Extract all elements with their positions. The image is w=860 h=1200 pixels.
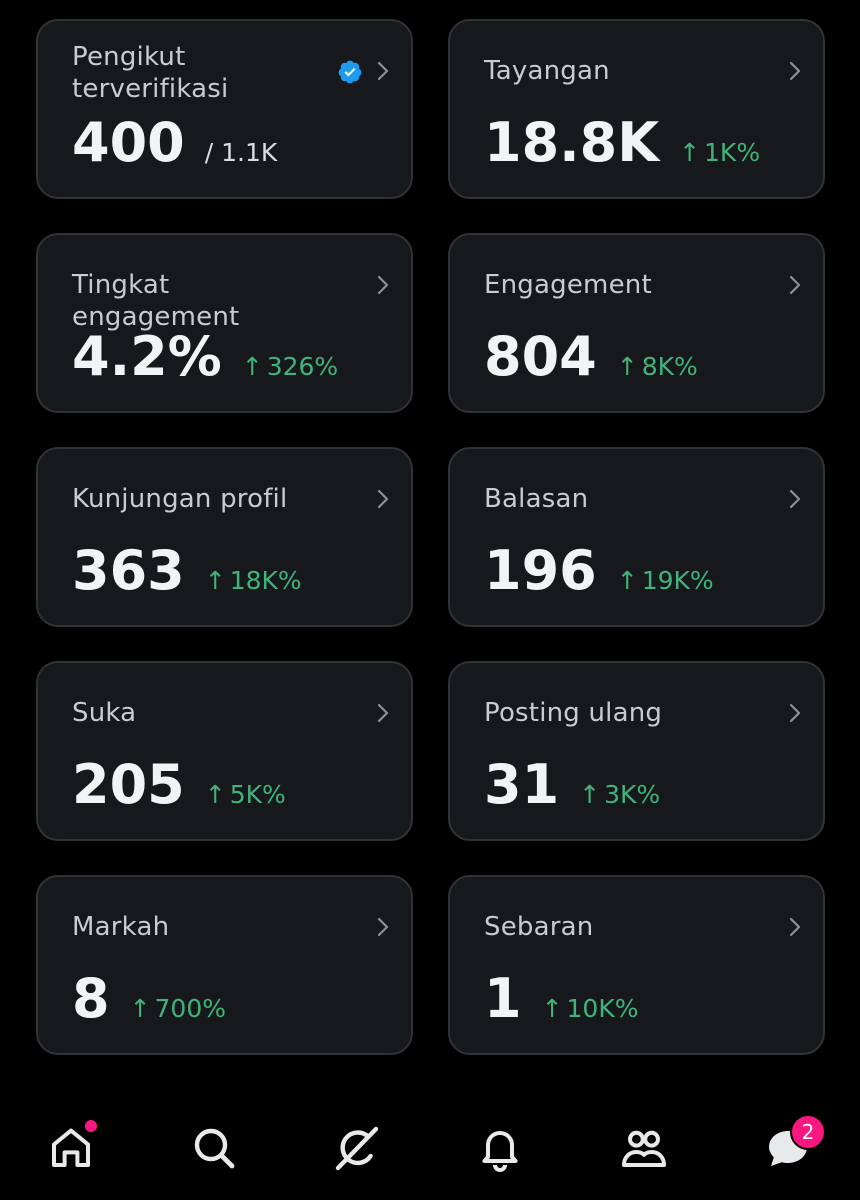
chevron-right-icon [377,61,389,81]
card-impressions[interactable]: Tayangan 18.8K ↑ 1K% [448,19,825,199]
chevron-right-icon [789,489,801,509]
card-title: Markah [72,912,170,942]
metric-value: 1 [484,967,522,1030]
metric-value: 363 [72,539,185,602]
arrow-up-icon: ↑ [241,352,263,381]
change-value: 700% [154,994,227,1023]
card-profile-visits[interactable]: Kunjungan profil 363 ↑ 18K% [36,447,413,627]
chevron-right-icon [789,917,801,937]
chevron-right-icon [789,61,801,81]
grok-icon [335,1126,379,1171]
arrow-up-icon: ↑ [579,780,601,809]
metric-value: 8 [72,967,110,1030]
metric-value: 804 [484,325,597,388]
card-title: Engagement [484,270,652,300]
nav-home[interactable] [43,1120,99,1176]
change-value: 1K% [704,138,761,167]
value-row: 1 ↑ 10K% [484,969,639,1029]
chevron-right-icon [789,703,801,723]
arrow-up-icon: ↑ [616,352,638,381]
card-title: Tingkat engagement [72,270,240,332]
card-title: Sebaran [484,912,594,942]
card-title: Suka [72,698,137,728]
metric-change: ↑ 5K% [205,780,286,809]
card-reposts[interactable]: Posting ulang 31 ↑ 3K% [448,661,825,841]
metric-value: 31 [484,753,560,816]
change-value: 19K% [641,566,714,595]
search-icon [194,1128,235,1169]
nav-search[interactable] [186,1120,242,1176]
change-value: 3K% [604,780,661,809]
value-row: 804 ↑ 8K% [484,327,698,387]
card-verified-followers[interactable]: Pengikut terverifikasi 400 / 1.1K [36,19,413,199]
card-title: Kunjungan profil [72,484,288,514]
card-title: Pengikut terverifikasi [72,42,229,104]
metric-change: ↑ 8K% [617,352,698,381]
arrow-up-icon: ↑ [616,566,638,595]
arrow-up-icon: ↑ [541,994,563,1023]
arrow-up-icon: ↑ [679,138,701,167]
arrow-up-icon: ↑ [204,566,226,595]
value-row: 31 ↑ 3K% [484,755,660,815]
value-row: 4.2% ↑ 326% [72,327,338,387]
value-row: 18.8K ↑ 1K% [484,113,760,173]
communities-icon [622,1130,666,1167]
chevron-right-icon [377,703,389,723]
value-row: 363 ↑ 18K% [72,541,302,601]
metric-value: 4.2% [72,325,222,388]
notification-dot [85,1120,97,1132]
change-value: 8K% [641,352,698,381]
message-count-badge: 2 [790,1114,826,1150]
arrow-up-icon: ↑ [129,994,151,1023]
change-value: 326% [266,352,339,381]
metric-change: ↑ 700% [130,994,226,1023]
change-value: 18K% [229,566,302,595]
change-value: 5K% [229,780,286,809]
chevron-right-icon [377,917,389,937]
chevron-right-icon [377,489,389,509]
arrow-up-icon: ↑ [204,780,226,809]
card-engagement[interactable]: Engagement 804 ↑ 8K% [448,233,825,413]
card-title: Tayangan [484,56,610,86]
chevron-right-icon [789,275,801,295]
metric-change: ↑ 326% [242,352,338,381]
value-row: 205 ↑ 5K% [72,755,286,815]
metric-change: ↑ 1K% [679,138,760,167]
card-likes[interactable]: Suka 205 ↑ 5K% [36,661,413,841]
card-title: Balasan [484,484,589,514]
value-row: 196 ↑ 19K% [484,541,714,601]
metric-change: ↑ 19K% [617,566,714,595]
card-bookmarks[interactable]: Markah 8 ↑ 700% [36,875,413,1055]
nav-messages[interactable]: 2 [760,1114,826,1176]
card-shares[interactable]: Sebaran 1 ↑ 10K% [448,875,825,1055]
nav-communities[interactable] [616,1120,672,1176]
card-replies[interactable]: Balasan 196 ↑ 19K% [448,447,825,627]
chevron-right-icon [377,275,389,295]
metric-value: 18.8K [484,111,660,174]
change-value: 10K% [566,994,639,1023]
card-engagement-rate[interactable]: Tingkat engagement 4.2% ↑ 326% [36,233,413,413]
metric-value: 400 [72,111,185,174]
metric-change: ↑ 3K% [579,780,660,809]
verified-badge-icon [338,60,362,84]
metric-change: ↑ 18K% [205,566,302,595]
value-row: 8 ↑ 700% [72,969,226,1029]
card-title: Posting ulang [484,698,663,728]
metric-value: 196 [484,539,597,602]
nav-grok[interactable] [329,1120,385,1176]
metric-value: 205 [72,753,185,816]
metric-change: ↑ 10K% [542,994,639,1023]
nav-notifications[interactable] [472,1120,528,1176]
metric-total: / 1.1K [204,138,278,167]
analytics-grid: Pengikut terverifikasi 400 / 1.1K Tayang… [36,19,825,1055]
value-row: 400 / 1.1K [72,113,277,173]
bell-icon [482,1131,518,1172]
bottom-nav: 2 [0,1100,860,1200]
